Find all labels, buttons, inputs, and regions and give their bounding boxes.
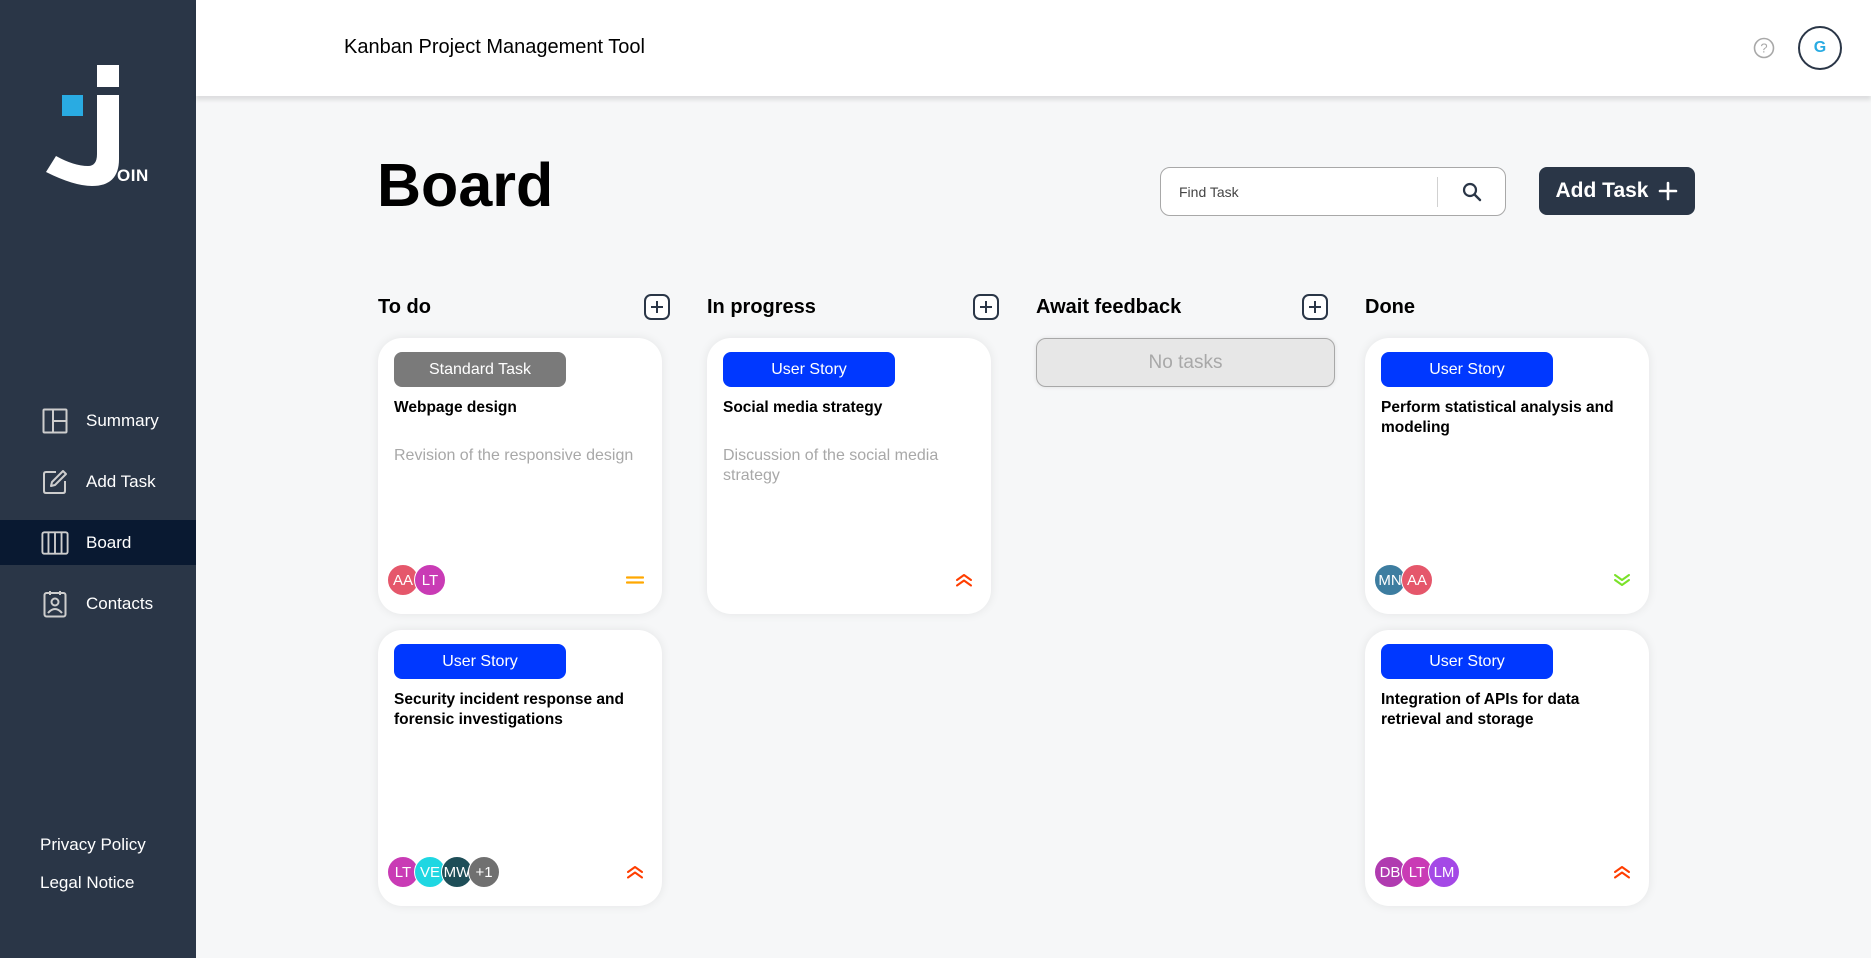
column-await-feedback: Await feedback No tasks: [1036, 292, 1335, 387]
page-title: Board: [377, 151, 554, 219]
board-icon: [41, 529, 69, 557]
assignee-avatars: LT VE MW +1: [387, 856, 500, 888]
column-title: Await feedback: [1036, 295, 1182, 318]
card-footer: LT VE MW +1: [387, 856, 645, 888]
column-header: To do: [378, 292, 670, 322]
task-title: Integration of APIs for data retrieval a…: [1381, 691, 1580, 728]
card-footer: DB LT LM: [1374, 856, 1632, 888]
column-title: To do: [378, 295, 431, 318]
card-footer: [716, 564, 974, 596]
sidebar-item-board[interactable]: Board: [0, 520, 196, 565]
task-card[interactable]: Standard Task Webpage design Revision of…: [378, 338, 662, 614]
column-title: Done: [1365, 295, 1415, 318]
column-done: Done User Story Perform statistical anal…: [1365, 292, 1657, 922]
svg-text:?: ?: [1760, 41, 1767, 56]
task-description: Revision of the responsive design: [394, 447, 634, 464]
avatar: LT: [414, 564, 446, 596]
add-task-to-column-button[interactable]: [973, 294, 999, 320]
task-title: Security incident response and forensic …: [394, 691, 624, 728]
priority-urgent-icon: [1612, 864, 1632, 880]
priority-low-icon: [1612, 572, 1632, 588]
empty-column-placeholder: No tasks: [1036, 338, 1335, 387]
task-card[interactable]: User Story Security incident response an…: [378, 630, 662, 906]
column-header: In progress: [707, 292, 999, 322]
help-icon[interactable]: ?: [1753, 37, 1775, 59]
avatar: LM: [1428, 856, 1460, 888]
summary-icon: [41, 407, 69, 435]
add-task-to-column-button[interactable]: [1302, 294, 1328, 320]
column-header: Done: [1365, 292, 1657, 322]
plus-icon: [1309, 301, 1321, 313]
user-avatar[interactable]: G: [1798, 26, 1842, 70]
top-header: Kanban Project Management Tool ? G: [196, 0, 1871, 96]
add-task-label: Add Task: [1555, 179, 1649, 202]
logo-text: OIN: [117, 166, 149, 185]
app-title: Kanban Project Management Tool: [344, 36, 645, 58]
add-task-to-column-button[interactable]: [644, 294, 670, 320]
sidebar-nav: Summary Add Task Board Contacts: [0, 398, 196, 642]
column-header: Await feedback: [1036, 292, 1328, 322]
priority-medium-icon: [625, 572, 645, 588]
sidebar-item-add-task[interactable]: Add Task: [0, 459, 196, 504]
category-badge: User Story: [1381, 644, 1553, 679]
category-badge: User Story: [723, 352, 895, 387]
column-in-progress: In progress User Story Social media stra…: [707, 292, 999, 630]
task-title: Perform statistical analysis and modelin…: [1381, 399, 1614, 436]
category-badge: User Story: [1381, 352, 1553, 387]
contacts-icon: [41, 590, 69, 618]
sidebar-item-label: Summary: [86, 410, 159, 430]
plus-icon: [1659, 181, 1678, 201]
search-box: [1160, 167, 1506, 216]
category-badge: Standard Task: [394, 352, 566, 387]
card-footer: AA LT: [387, 564, 645, 596]
sidebar-item-contacts[interactable]: Contacts: [0, 581, 196, 626]
sidebar-item-label: Board: [86, 532, 132, 552]
task-description: Discussion of the social media strategy: [723, 447, 939, 484]
join-logo[interactable]: OIN: [44, 62, 154, 192]
column-todo: To do Standard Task Webpage design Revis…: [378, 292, 670, 922]
task-card[interactable]: User Story Social media strategy Discuss…: [707, 338, 991, 614]
avatar: AA: [1401, 564, 1433, 596]
task-title: Social media strategy: [723, 399, 883, 416]
search-button[interactable]: [1438, 168, 1505, 215]
priority-urgent-icon: [625, 864, 645, 880]
card-footer: MN AA: [1374, 564, 1632, 596]
search-input[interactable]: [1161, 183, 1438, 200]
task-title: Webpage design: [394, 399, 517, 416]
sidebar-item-label: Add Task: [86, 471, 156, 491]
sidebar-item-summary[interactable]: Summary: [0, 398, 196, 443]
sidebar: OIN Summary Add Task Board Contacts Priv…: [0, 0, 196, 958]
priority-urgent-icon: [954, 572, 974, 588]
search-icon: [1462, 182, 1481, 201]
legal-notice-link[interactable]: Legal Notice: [40, 873, 146, 893]
task-card[interactable]: User Story Perform statistical analysis …: [1365, 338, 1649, 614]
avatar-overflow-count: +1: [468, 856, 500, 888]
legal-links: Privacy Policy Legal Notice: [40, 835, 146, 911]
add-task-button[interactable]: Add Task: [1539, 167, 1695, 215]
assignee-avatars: AA LT: [387, 564, 446, 596]
add-task-icon: [41, 468, 69, 496]
column-title: In progress: [707, 295, 816, 318]
sidebar-item-label: Contacts: [86, 593, 154, 613]
plus-icon: [651, 301, 663, 313]
privacy-policy-link[interactable]: Privacy Policy: [40, 835, 146, 855]
assignee-avatars: DB LT LM: [1374, 856, 1460, 888]
plus-icon: [980, 301, 992, 313]
task-card[interactable]: User Story Integration of APIs for data …: [1365, 630, 1649, 906]
assignee-avatars: MN AA: [1374, 564, 1433, 596]
category-badge: User Story: [394, 644, 566, 679]
